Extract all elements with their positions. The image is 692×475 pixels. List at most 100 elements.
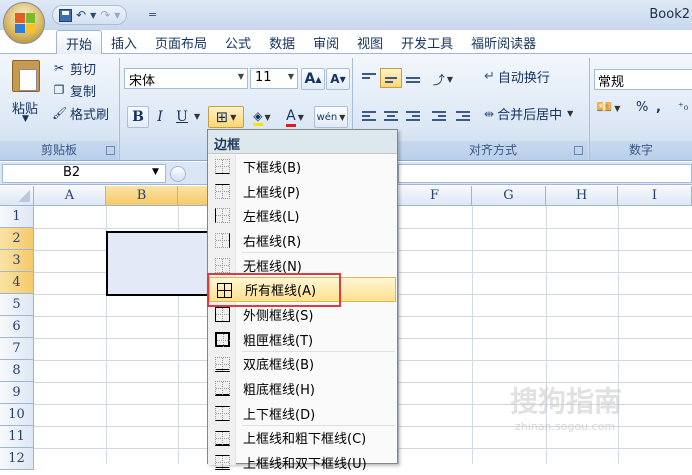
double-bottom-border-icon: [215, 356, 230, 372]
row-header[interactable]: 4: [0, 272, 34, 294]
underline-button[interactable]: U: [171, 106, 193, 128]
column-header[interactable]: I: [618, 186, 692, 206]
menu-item-label: 无框线(N): [243, 259, 302, 275]
column-header[interactable]: A: [34, 186, 106, 206]
tab-formulas[interactable]: 公式: [216, 30, 260, 54]
group-divider: [119, 58, 120, 160]
row-header[interactable]: 11: [0, 426, 34, 448]
orientation-button[interactable]: ⤴ ▼: [426, 68, 460, 90]
align-center-button[interactable]: [380, 106, 402, 126]
row-header[interactable]: 3: [0, 250, 34, 272]
phonetic-guide-button[interactable]: wén ▼: [314, 106, 348, 128]
align-middle-button[interactable]: [380, 68, 402, 88]
tab-insert[interactable]: 插入: [102, 30, 146, 54]
row-header[interactable]: 5: [0, 294, 34, 316]
menu-item-label: 上框线和粗下框线(C): [243, 432, 367, 448]
redo-icon[interactable]: ↷: [100, 8, 110, 22]
formula-input[interactable]: [398, 164, 692, 183]
menu-item-label: 粗底框线(H): [243, 383, 315, 399]
tab-page-layout[interactable]: 页面布局: [146, 30, 216, 54]
merge-center-button[interactable]: ⇹ 合并后居中 ▼: [484, 104, 573, 124]
row-header[interactable]: 8: [0, 360, 34, 382]
customize-qat-icon[interactable]: =: [148, 8, 157, 21]
menu-item-label: 上框线(P): [243, 185, 300, 201]
office-button[interactable]: [3, 2, 45, 44]
menu-item-left-border[interactable]: 左框线(L): [208, 203, 397, 228]
grow-font-icon: A: [304, 71, 316, 87]
shrink-font-button[interactable]: A ▼: [326, 68, 350, 90]
increase-decimal-icon[interactable]: ⁺₀: [678, 100, 688, 113]
row-header[interactable]: 12: [0, 448, 34, 470]
column-header[interactable]: G: [472, 186, 546, 206]
align-right-button[interactable]: [402, 106, 424, 126]
align-left-button[interactable]: [358, 106, 380, 126]
row-header[interactable]: 7: [0, 338, 34, 360]
number-format-combo[interactable]: 常规: [594, 69, 692, 90]
number-group-label: 数字: [590, 141, 692, 160]
decrease-indent-button[interactable]: [428, 106, 450, 126]
chevron-down-icon[interactable]: ▼: [152, 167, 159, 177]
menu-item-thick-bottom-border[interactable]: 粗底框线(H): [208, 376, 397, 401]
comma-button[interactable]: ,: [656, 100, 661, 115]
row-header[interactable]: 2: [0, 228, 34, 250]
fill-color-button[interactable]: ◈ ▼: [247, 106, 277, 128]
font-size-combo[interactable]: 11 ▼: [250, 68, 298, 89]
paste-dropdown-icon[interactable]: ▼: [22, 114, 29, 124]
no-border-icon: [215, 257, 230, 273]
bold-button[interactable]: B: [127, 106, 149, 128]
undo-icon[interactable]: ↶: [76, 8, 86, 22]
align-top-button[interactable]: [358, 68, 380, 88]
alignment-group-label: 对齐方式: [398, 141, 588, 160]
font-color-button[interactable]: A ▼: [280, 106, 310, 128]
select-all-corner[interactable]: [0, 186, 34, 206]
copy-button[interactable]: ❐ 复制: [52, 80, 96, 100]
alignment-launcher-icon[interactable]: [574, 146, 583, 155]
menu-item-thick-box-border[interactable]: 粗匣框线(T): [208, 327, 397, 352]
row-header[interactable]: 6: [0, 316, 34, 338]
align-bottom-button[interactable]: [402, 68, 424, 88]
redo-dropdown-icon[interactable]: ▼: [114, 11, 120, 20]
grow-font-button[interactable]: A ▲: [301, 68, 325, 90]
row-header[interactable]: 10: [0, 404, 34, 426]
paste-icon[interactable]: [12, 60, 40, 92]
row-header[interactable]: 1: [0, 206, 34, 228]
tab-data[interactable]: 数据: [260, 30, 304, 54]
save-icon[interactable]: [59, 8, 72, 22]
percent-button[interactable]: %: [636, 100, 648, 115]
tab-foxit-reader[interactable]: 福昕阅读器: [462, 30, 545, 54]
name-box[interactable]: B2: [2, 164, 166, 183]
menu-item-label: 双底框线(B): [243, 358, 315, 374]
menu-item-bottom-border[interactable]: 下框线(B): [208, 154, 397, 179]
tab-developer[interactable]: 开发工具: [392, 30, 462, 54]
currency-button[interactable]: 💴 ▼: [596, 100, 620, 115]
menu-item-top-border[interactable]: 上框线(P): [208, 179, 397, 204]
menu-item-right-border[interactable]: 右框线(R): [208, 228, 397, 253]
menu-item-top-double-bottom-border[interactable]: 上框线和双下框线(U): [208, 450, 397, 475]
cut-button[interactable]: ✂ 剪切: [52, 58, 96, 78]
menu-item-double-bottom-border[interactable]: 双底框线(B): [208, 352, 397, 377]
orientation-icon: ⤴: [432, 72, 445, 87]
font-name-combo[interactable]: 宋体 ▼: [124, 68, 248, 89]
font-size-value: 11: [255, 70, 272, 85]
borders-icon: ⊞: [215, 108, 229, 126]
clipboard-launcher-icon[interactable]: [106, 146, 115, 155]
chevron-down-icon: ▼: [287, 72, 294, 81]
column-header[interactable]: B: [106, 186, 178, 206]
underline-dropdown-icon[interactable]: ▼: [194, 112, 200, 121]
menu-item-top-thick-bottom-border[interactable]: 上框线和粗下框线(C): [208, 426, 397, 451]
format-painter-button[interactable]: 🖌 格式刷: [52, 103, 109, 123]
borders-button[interactable]: ⊞ ▼: [208, 106, 244, 128]
row-header[interactable]: 9: [0, 382, 34, 404]
menu-item-top-bottom-border[interactable]: 上下框线(D): [208, 401, 397, 426]
tab-review[interactable]: 审阅: [304, 30, 348, 54]
italic-button[interactable]: I: [150, 106, 170, 128]
column-header[interactable]: F: [398, 186, 472, 206]
tab-view[interactable]: 视图: [348, 30, 392, 54]
undo-dropdown-icon[interactable]: ▼: [90, 11, 96, 20]
thick-box-border-icon: [215, 331, 230, 347]
wrap-text-button[interactable]: ↵ 自动换行: [484, 67, 550, 86]
increase-indent-button[interactable]: [452, 106, 474, 126]
tab-home[interactable]: 开始: [56, 30, 103, 54]
resize-handle-icon[interactable]: [170, 166, 186, 182]
column-header[interactable]: H: [546, 186, 618, 206]
